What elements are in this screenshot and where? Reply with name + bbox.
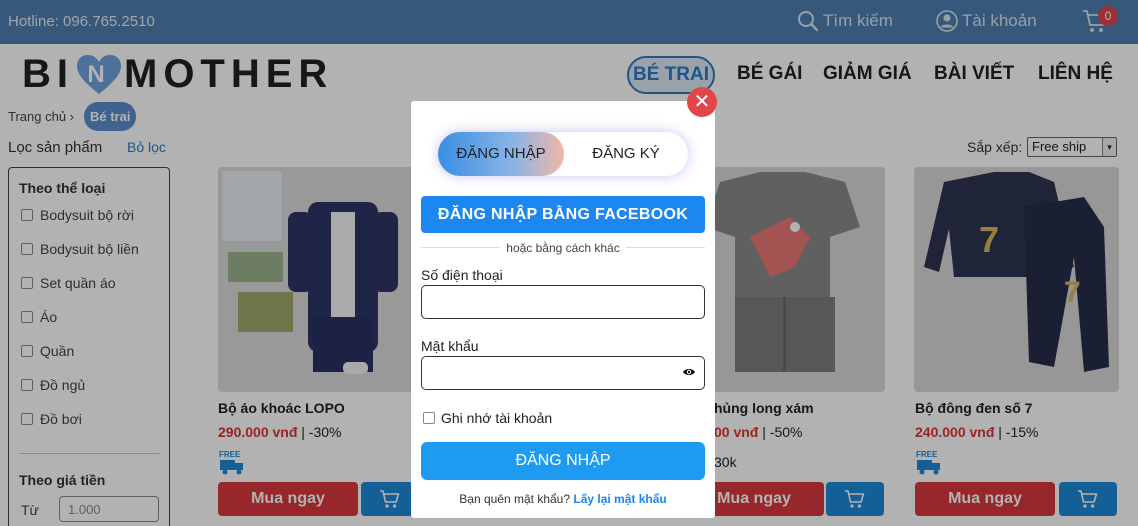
phone-label: Số điện thoại [421,267,503,283]
forgot-text: Bạn quên mật khẩu? [459,492,571,506]
phone-input[interactable] [421,285,705,319]
facebook-login-button[interactable]: ĐĂNG NHẬP BẰNG FACEBOOK [421,196,705,233]
tab-login[interactable]: ĐĂNG NHẬP [438,132,564,176]
recover-password-link[interactable]: Lấy lại mật khẩu [573,492,666,506]
password-label: Mật khẩu [421,338,479,354]
remember-label: Ghi nhớ tài khoản [441,410,553,426]
login-modal: ĐĂNG NHẬP ĐĂNG KÝ ĐĂNG NHẬP BẰNG FACEBOO… [411,101,715,518]
auth-tabs: ĐĂNG NHẬP ĐĂNG KÝ [438,132,688,176]
remember-checkbox[interactable] [423,412,435,424]
or-text: hoặc bằng cách khác [500,241,626,255]
remember-me[interactable]: Ghi nhớ tài khoản [423,410,552,426]
tab-register[interactable]: ĐĂNG KÝ [564,132,688,176]
close-icon[interactable]: ✕ [687,87,717,117]
eye-icon[interactable] [682,367,696,377]
login-button[interactable]: ĐĂNG NHẬP [421,442,705,480]
or-divider-text: hoặc bằng cách khác [411,241,715,255]
password-input[interactable] [421,356,705,390]
forgot-password: Bạn quên mật khẩu? Lấy lại mật khẩu [411,492,715,506]
